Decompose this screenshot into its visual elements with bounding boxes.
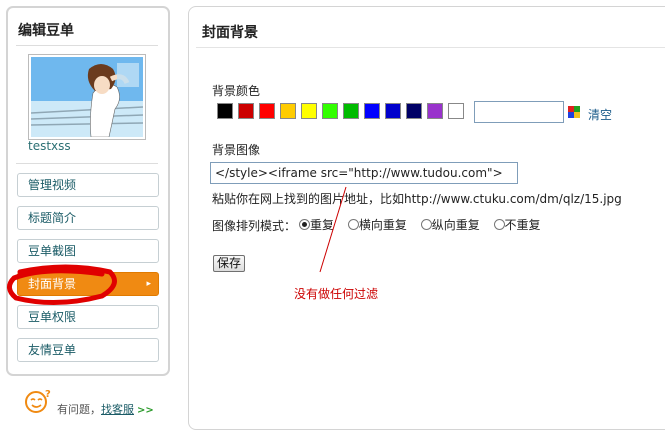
sidebar-item-screenshot[interactable]: 豆单截图 [17, 239, 159, 263]
radio-dot [493, 219, 505, 230]
clear-color-link[interactable]: 清空 [588, 106, 612, 123]
radio-repeat-x[interactable]: 横向重复 [347, 216, 407, 233]
color-swatch[interactable] [448, 103, 464, 119]
annotation-note: 没有做任何过滤 [294, 287, 379, 301]
bg-image-url-input[interactable]: </style><iframe src="http://www.tudou.co… [210, 162, 518, 184]
color-swatch[interactable] [217, 103, 233, 119]
help-text: 有问题，找客服 >> [57, 401, 154, 417]
sidebar-item-manage-videos[interactable]: 管理视频 [17, 173, 159, 197]
color-swatch[interactable] [280, 103, 296, 119]
radio-label: 不重复 [504, 218, 541, 232]
avatar-image [31, 57, 143, 137]
bg-image-label: 背景图像 [212, 143, 261, 157]
color-swatch[interactable] [385, 103, 401, 119]
help-face-icon: ? [25, 389, 51, 413]
color-swatch[interactable] [322, 103, 338, 119]
radio-dot [299, 219, 310, 230]
sidebar-divider [16, 45, 158, 46]
color-swatch[interactable] [259, 103, 275, 119]
color-swatch[interactable] [427, 103, 443, 119]
double-arrow-icon: >> [137, 405, 154, 416]
color-swatch[interactable] [406, 103, 422, 119]
radio-dot [420, 219, 432, 230]
color-value-input[interactable] [474, 101, 564, 123]
help-prompt: 有问题， [57, 403, 101, 416]
paste-hint: 粘贴你在网上找到的图片地址，比如http://www.ctuku.com/dm/… [212, 192, 622, 206]
avatar[interactable] [28, 54, 146, 140]
radio-label: 纵向重复 [431, 218, 480, 232]
radio-no-repeat[interactable]: 不重复 [493, 216, 541, 233]
sidebar-item-label: 豆单权限 [28, 310, 77, 324]
title-divider [196, 47, 665, 48]
color-swatch[interactable] [364, 103, 380, 119]
radio-dot [347, 219, 359, 230]
color-swatch[interactable] [301, 103, 317, 119]
color-swatch[interactable] [343, 103, 359, 119]
radio-repeat[interactable]: 重复 [299, 216, 334, 233]
sidebar-item-permissions[interactable]: 豆单权限 [17, 305, 159, 329]
radio-label: 横向重复 [358, 218, 407, 232]
color-picker-icon[interactable] [568, 106, 580, 118]
sidebar-item-cover-background[interactable]: 封面背景 ▸ [17, 272, 159, 296]
contact-support-link[interactable]: 找客服 [101, 403, 134, 416]
save-button[interactable]: 保存 [213, 255, 246, 272]
sidebar-item-label: 封面背景 [28, 277, 77, 291]
sidebar-title: 编辑豆单 [18, 23, 74, 39]
page-title: 封面背景 [202, 25, 258, 41]
color-swatch[interactable] [238, 103, 254, 119]
sidebar-item-label: 标题简介 [28, 211, 77, 225]
svg-text:?: ? [45, 389, 51, 400]
sidebar-item-friend-lists[interactable]: 友情豆单 [17, 338, 159, 362]
sidebar-item-label: 豆单截图 [28, 244, 77, 258]
arrange-mode-options: 重复 横向重复 纵向重复 不重复 [299, 216, 541, 233]
radio-repeat-y[interactable]: 纵向重复 [420, 216, 480, 233]
sidebar-item-label: 管理视频 [28, 178, 77, 192]
username[interactable]: testxss [28, 139, 71, 153]
sidebar-item-label: 友情豆单 [28, 343, 77, 357]
arrange-mode-label: 图像排列模式： [212, 219, 297, 233]
sidebar-divider [16, 163, 158, 164]
radio-label: 重复 [310, 218, 335, 232]
bg-color-label: 背景颜色 [212, 84, 261, 98]
chevron-right-icon: ▸ [146, 279, 151, 289]
sidebar-item-title-intro[interactable]: 标题简介 [17, 206, 159, 230]
